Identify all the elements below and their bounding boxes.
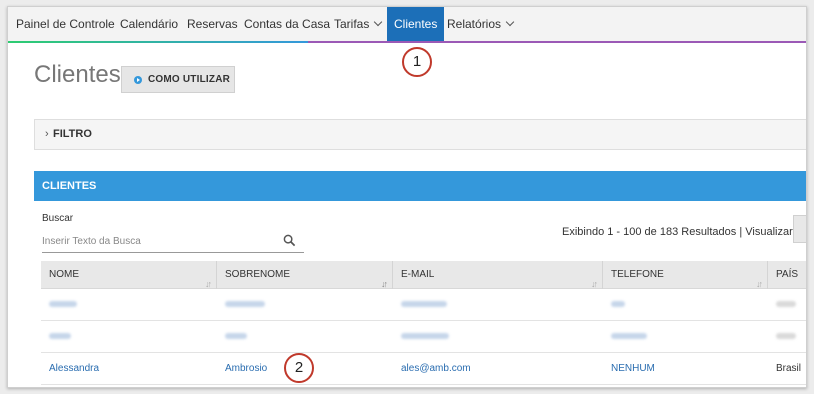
redacted-cell xyxy=(41,289,217,321)
view-options-button[interactable] xyxy=(793,215,806,243)
table-row-redacted[interactable] xyxy=(41,289,806,321)
redacted-cell xyxy=(393,321,603,353)
search-input[interactable] xyxy=(42,231,282,252)
cell-email[interactable]: ales@amb.com xyxy=(393,353,603,385)
table-header: NOME ↓↑ SOBRENOME ↓↑ E-MAIL ↓↑ TELEFONE ↓↑ P… xyxy=(41,261,806,289)
callout-marker-2: 2 xyxy=(284,353,314,383)
results-count-text: Exibindo 1 - 100 de 183 Resultados xyxy=(562,226,737,238)
redacted-cell xyxy=(603,321,768,353)
callout-marker-1: 1 xyxy=(402,47,432,77)
results-summary: Exibindo 1 - 100 de 183 Resultados | Vis… xyxy=(562,226,793,238)
app-window: Painel de Controle Calendário Reservas C… xyxy=(7,6,807,388)
cell-telefone[interactable]: NENHUM xyxy=(603,353,768,385)
table-row[interactable]: Alessandra Ambrosio ales@amb.com NENHUM … xyxy=(41,353,806,385)
search-field xyxy=(42,231,304,253)
nav-item-relatorios[interactable]: Relatórios xyxy=(447,7,515,41)
cell-nome[interactable]: Alessandra xyxy=(41,353,217,385)
filter-label: FILTRO xyxy=(53,128,92,140)
nav-item-reservas[interactable]: Reservas xyxy=(187,7,238,41)
column-label: TELEFONE xyxy=(611,269,664,280)
column-header-nome[interactable]: NOME ↓↑ xyxy=(41,261,217,289)
page-title: Clientes xyxy=(34,61,121,88)
column-label: PAÍS xyxy=(776,269,799,280)
redacted-cell xyxy=(603,289,768,321)
redacted-cell xyxy=(768,289,806,321)
clients-table: NOME ↓↑ SOBRENOME ↓↑ E-MAIL ↓↑ TELEFONE ↓↑ P… xyxy=(41,261,806,385)
nav-item-clientes[interactable]: Clientes xyxy=(387,7,445,41)
filter-panel-toggle[interactable]: › FILTRO xyxy=(34,119,806,150)
results-separator: | xyxy=(739,226,743,238)
redacted-cell xyxy=(217,289,393,321)
column-label: NOME xyxy=(49,269,79,280)
play-icon xyxy=(134,76,142,84)
como-utilizar-label: COMO UTILIZAR xyxy=(148,74,231,85)
nav-item-contas-da-casa[interactable]: Contas da Casa xyxy=(244,7,330,41)
chevron-right-icon: › xyxy=(45,128,49,140)
view-label: Visualizar xyxy=(745,226,793,238)
clients-panel-header: CLIENTES xyxy=(34,171,806,201)
nav-item-painel-de-controle[interactable]: Painel de Controle xyxy=(16,7,115,41)
column-header-sobrenome[interactable]: SOBRENOME ↓↑ xyxy=(217,261,393,289)
como-utilizar-button[interactable]: COMO UTILIZAR xyxy=(121,66,235,93)
search-label: Buscar xyxy=(42,213,74,224)
redacted-cell xyxy=(393,289,603,321)
cell-pais: Brasil xyxy=(776,363,802,374)
nav-item-calendario[interactable]: Calendário xyxy=(120,7,178,41)
redacted-cell xyxy=(768,321,806,353)
redacted-cell xyxy=(41,321,217,353)
table-row-redacted[interactable] xyxy=(41,321,806,353)
column-label: SOBRENOME xyxy=(225,269,291,280)
nav-accent-stripe xyxy=(8,41,308,43)
main-navbar: Painel de Controle Calendário Reservas C… xyxy=(8,7,806,43)
chevron-down-icon xyxy=(374,17,383,27)
nav-item-tarifas[interactable]: Tarifas xyxy=(334,7,383,41)
column-header-pais[interactable]: PAÍS xyxy=(768,261,806,289)
column-header-telefone[interactable]: TELEFONE ↓↑ xyxy=(603,261,768,289)
nav-item-tarifas-label: Tarifas xyxy=(334,17,370,31)
redacted-cell xyxy=(217,321,393,353)
column-header-email[interactable]: E-MAIL ↓↑ xyxy=(393,261,603,289)
column-label: E-MAIL xyxy=(401,269,435,280)
nav-item-relatorios-label: Relatórios xyxy=(447,17,502,31)
search-icon[interactable] xyxy=(283,234,296,247)
chevron-down-icon xyxy=(505,17,515,27)
